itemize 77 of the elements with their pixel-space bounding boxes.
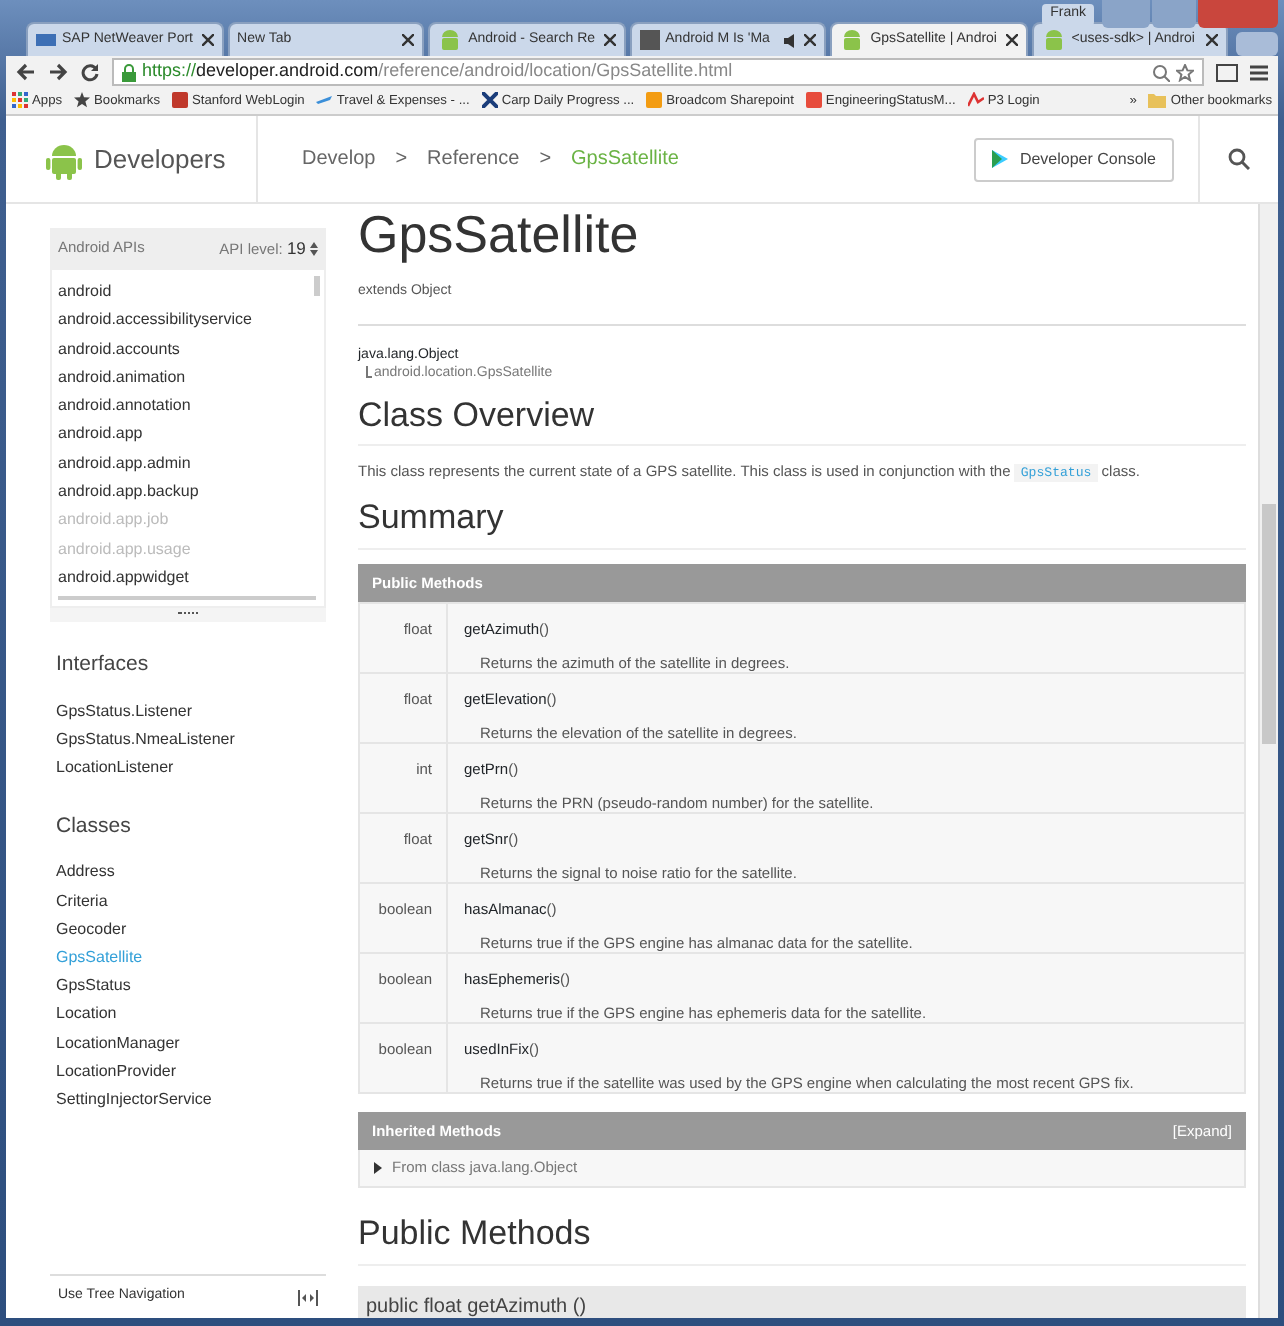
site-icon	[172, 92, 189, 109]
site-icon	[805, 92, 822, 109]
android-icon	[840, 28, 865, 52]
reload-icon[interactable]	[80, 62, 100, 82]
android-icon	[46, 139, 82, 179]
logo-text: Developers	[94, 141, 226, 178]
play-icon	[991, 150, 1008, 168]
site-icon	[646, 92, 663, 109]
scrollbar-thumb[interactable]	[314, 276, 320, 296]
class-link[interactable]: Location	[50, 1000, 326, 1030]
site-icon	[639, 30, 660, 50]
section-heading: Class Overview	[358, 397, 1246, 447]
back-icon[interactable]	[16, 62, 36, 82]
package-link[interactable]: android.app	[58, 420, 316, 450]
scrollbar-thumb[interactable]	[1262, 504, 1276, 744]
site-icon	[36, 32, 56, 48]
scrollbar[interactable]	[1258, 204, 1278, 1318]
class-link[interactable]: Geocoder	[50, 915, 326, 944]
interface-link[interactable]: GpsStatus.NmeaListener	[50, 726, 326, 755]
android-icon	[1041, 28, 1066, 52]
close-icon[interactable]	[1206, 34, 1219, 46]
section-heading: Interfaces	[56, 650, 151, 681]
class-link[interactable]: SettingInjectorService	[50, 1086, 326, 1115]
collapse-icon[interactable]	[298, 1289, 318, 1305]
breadcrumb-separator: >	[395, 146, 408, 174]
scrollbar[interactable]	[58, 596, 316, 601]
sort-icon	[310, 242, 318, 257]
star-icon	[74, 92, 91, 109]
expand-triangle-icon[interactable]	[374, 1161, 382, 1174]
package-link: android.app.usage	[58, 537, 193, 562]
lock-icon	[122, 63, 136, 81]
breadcrumb-link[interactable]: Develop	[302, 144, 376, 174]
cross-icon	[481, 92, 498, 109]
close-icon[interactable]	[1005, 34, 1018, 46]
folder-icon	[1148, 92, 1167, 109]
section-heading: Public Methods	[358, 1215, 1246, 1266]
interface-link[interactable]: GpsStatus.Listener	[50, 698, 326, 727]
interface-link[interactable]: LocationListener	[50, 754, 326, 784]
package-link[interactable]: android.annotation	[58, 392, 316, 421]
package-link[interactable]: android.accessibilityservice	[58, 306, 316, 336]
star-icon[interactable]	[1176, 63, 1194, 81]
package-link[interactable]: android	[58, 278, 316, 307]
url-text: https://developer.android.com/reference/android/location/GpsSatellite.html	[142, 58, 733, 85]
cast-icon[interactable]	[1216, 63, 1238, 81]
close-icon[interactable]	[402, 34, 415, 46]
menu-icon[interactable]	[1250, 63, 1268, 81]
page-title: GpsSatellite	[358, 204, 641, 267]
android-icon	[438, 28, 463, 52]
section-heading: Summary	[358, 500, 1246, 550]
close-icon[interactable]	[603, 34, 616, 46]
class-link[interactable]: GpsStatus	[50, 972, 326, 1001]
breadcrumb-link[interactable]: Reference	[427, 144, 520, 174]
package-link[interactable]: android.accounts	[58, 335, 316, 364]
developer-console-button[interactable]: Developer Console	[973, 137, 1174, 181]
package-link[interactable]: android.app.admin	[58, 449, 316, 479]
package-link: android.app.job	[58, 508, 171, 533]
tree-connector	[366, 365, 372, 378]
class-link[interactable]: Address	[50, 858, 326, 888]
class-link[interactable]: Criteria	[50, 887, 326, 916]
package-link[interactable]: android.app.backup	[58, 478, 316, 507]
breadcrumb-separator: >	[539, 146, 552, 174]
chart-icon	[967, 92, 984, 109]
plane-icon	[316, 92, 333, 109]
method-signature: public float getAzimuth ()	[358, 1285, 1246, 1318]
zoom-icon[interactable]	[1152, 63, 1170, 81]
section-heading: Classes	[56, 811, 133, 842]
apps-icon	[12, 92, 28, 109]
resize-handle[interactable]	[50, 608, 326, 623]
address-bar[interactable]: https://developer.android.com/reference/android/location/GpsSatellite.html	[112, 58, 1204, 86]
close-icon[interactable]	[201, 34, 214, 46]
forward-icon[interactable]	[48, 62, 68, 82]
package-link[interactable]: android.animation	[58, 363, 316, 393]
close-icon[interactable]	[804, 34, 817, 46]
search-icon[interactable]	[1228, 148, 1250, 170]
class-link[interactable]: LocationManager	[50, 1029, 326, 1058]
package-link[interactable]: android.appwidget	[58, 563, 316, 593]
class-link[interactable]: LocationProvider	[50, 1057, 326, 1086]
